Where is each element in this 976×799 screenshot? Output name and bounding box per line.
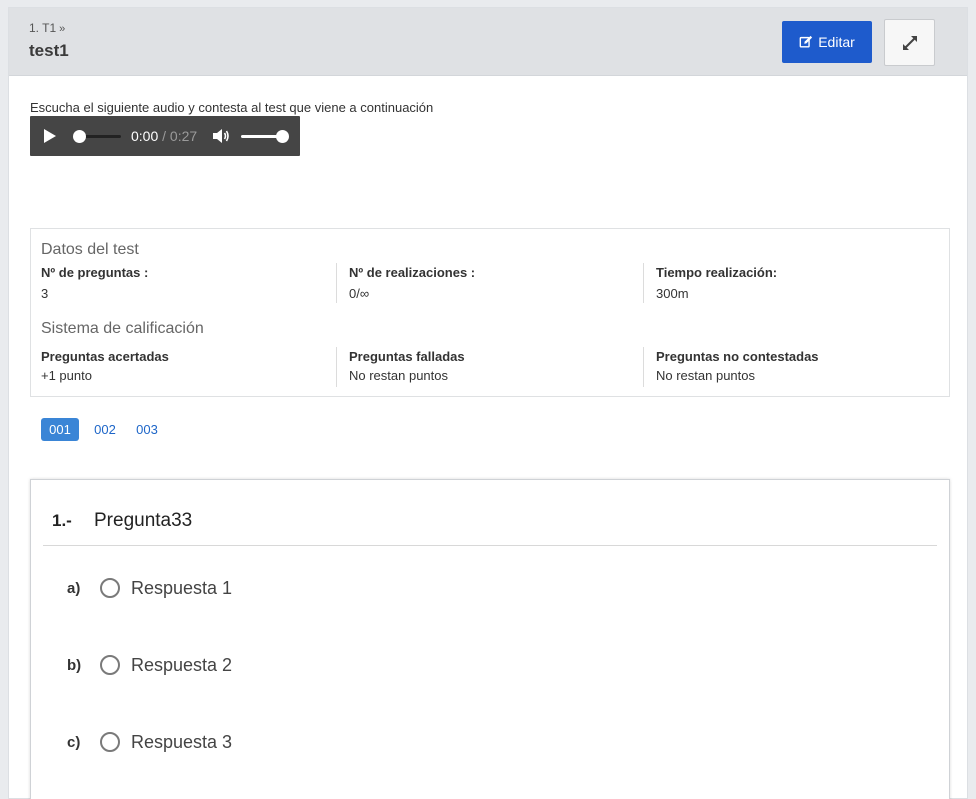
test-info-box: Datos del test Nº de preguntas : 3 Nº de… <box>30 228 950 397</box>
breadcrumb-chevron-icon: » <box>59 23 66 35</box>
grading-unanswered: Preguntas no contestadas No restan punto… <box>643 347 943 387</box>
volume-icon[interactable] <box>212 128 230 144</box>
answer-radio[interactable] <box>100 732 120 752</box>
grading-title: Sistema de calificación <box>41 320 204 337</box>
answer-letter: a) <box>67 579 81 597</box>
expand-icon <box>902 35 917 50</box>
expand-button[interactable] <box>884 19 935 66</box>
question-text: Pregunta33 <box>94 510 193 531</box>
breadcrumb-item[interactable]: 1. T1 <box>29 21 56 35</box>
header-bar: 1. T1» test1 Editar <box>9 8 967 76</box>
answer-radio[interactable] <box>100 578 120 598</box>
answer-option[interactable]: c) Respuesta 3 <box>67 729 232 755</box>
test-data-title: Datos del test <box>41 241 139 258</box>
main-panel: 1. T1» test1 Editar Escucha el siguiente… <box>8 7 968 799</box>
info-value: 300m <box>656 286 689 301</box>
info-value: +1 punto <box>41 368 92 383</box>
answer-text: Respuesta 1 <box>131 577 233 598</box>
info-label: Preguntas no contestadas <box>656 349 819 364</box>
info-time: Tiempo realización: 300m <box>643 263 943 303</box>
answer-letter: b) <box>67 656 82 674</box>
audio-time-separator: / <box>162 128 167 144</box>
page-button-002[interactable]: 002 <box>89 418 121 441</box>
page-button-003[interactable]: 003 <box>131 418 163 441</box>
info-label: Tiempo realización: <box>656 265 778 280</box>
seek-slider[interactable] <box>73 130 121 143</box>
info-label: Nº de realizaciones : <box>349 265 476 280</box>
info-questions: Nº de preguntas : 3 <box>41 265 341 303</box>
answer-radio[interactable] <box>100 655 120 675</box>
info-value: No restan puntos <box>656 368 756 383</box>
question-card: 1.- Pregunta33 a) Respuesta 1 b) Respuest… <box>30 479 950 799</box>
page-title: test1 <box>29 41 69 60</box>
info-value: 0/∞ <box>349 286 370 301</box>
answer-option[interactable]: b) Respuesta 2 <box>67 652 232 678</box>
info-label: Preguntas falladas <box>349 349 465 364</box>
answer-letter: c) <box>67 733 81 751</box>
question-heading: 1.- Pregunta33 <box>52 510 192 532</box>
seek-slider-knob[interactable] <box>73 130 86 143</box>
audio-current-time: 0:00 <box>131 128 159 144</box>
edit-button[interactable]: Editar <box>782 21 872 63</box>
edit-icon <box>799 35 813 48</box>
audio-player[interactable]: 0:00 / 0:27 <box>30 116 300 156</box>
question-pager: 001 002 003 <box>41 418 163 441</box>
question-divider <box>43 545 937 546</box>
info-value: No restan puntos <box>349 368 449 383</box>
audio-duration: 0:27 <box>169 128 198 144</box>
info-value: 3 <box>41 286 49 301</box>
answer-text: Respuesta 3 <box>131 731 233 752</box>
grading-correct: Preguntas acertadas +1 punto <box>41 349 341 387</box>
instructions-text: Escucha el siguiente audio y contesta al… <box>30 100 434 115</box>
audio-time: 0:00 / 0:27 <box>131 128 197 144</box>
breadcrumb[interactable]: 1. T1» <box>29 21 65 35</box>
answer-option[interactable]: a) Respuesta 1 <box>67 575 232 601</box>
edit-button-label: Editar <box>818 34 855 50</box>
volume-slider[interactable] <box>241 130 289 143</box>
info-label: Preguntas acertadas <box>41 349 169 364</box>
play-icon[interactable] <box>44 129 56 143</box>
info-attempts: Nº de realizaciones : 0/∞ <box>336 263 636 303</box>
volume-slider-knob[interactable] <box>276 130 289 143</box>
page-button-001[interactable]: 001 <box>41 418 79 441</box>
question-number: 1.- <box>52 511 72 530</box>
answer-text: Respuesta 2 <box>131 654 233 675</box>
grading-wrong: Preguntas falladas No restan puntos <box>336 347 636 387</box>
info-label: Nº de preguntas : <box>41 265 149 280</box>
